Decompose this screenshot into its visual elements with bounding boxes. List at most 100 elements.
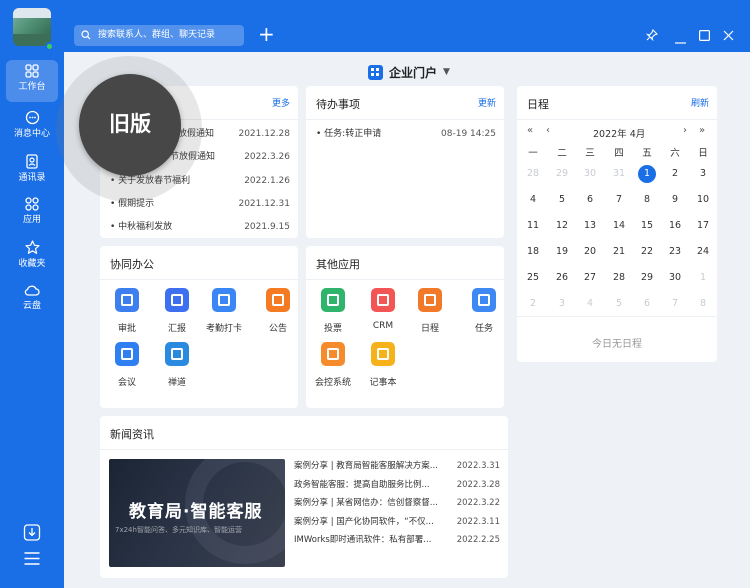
old-version-button[interactable]: 旧版 bbox=[79, 74, 181, 176]
calendar-day[interactable]: 3 bbox=[548, 294, 576, 314]
calendar-day[interactable]: 31 bbox=[605, 164, 633, 184]
sidebar-item-cloud[interactable]: 云盘 bbox=[0, 280, 64, 322]
calendar-day[interactable]: 23 bbox=[661, 242, 689, 262]
icon-glyph bbox=[218, 294, 230, 306]
divider bbox=[100, 279, 298, 280]
calendar-day[interactable]: 4 bbox=[519, 190, 547, 210]
calendar-day[interactable]: 6 bbox=[633, 294, 661, 314]
schedule-refresh-link[interactable]: 刷新 bbox=[691, 96, 709, 109]
list-item[interactable]: • 中秋福利发放 2021.9.15 bbox=[110, 220, 290, 234]
news-item-title: 案例分享 | 教育局智能客服解决方案... bbox=[294, 461, 438, 471]
minimize-icon[interactable] bbox=[675, 30, 686, 49]
sidebar-item-label: 消息中心 bbox=[13, 129, 50, 139]
calendar-day[interactable]: 29 bbox=[548, 164, 576, 184]
calendar-day[interactable]: 4 bbox=[576, 294, 604, 314]
calendar-day[interactable]: 3 bbox=[689, 164, 717, 184]
calendar-day[interactable]: 8 bbox=[689, 294, 717, 314]
calendar-day[interactable]: 30 bbox=[576, 164, 604, 184]
other-app[interactable]: 投票 bbox=[310, 288, 356, 334]
calendar-day[interactable]: 1 bbox=[689, 268, 717, 288]
calendar-day[interactable]: 25 bbox=[519, 268, 547, 288]
calendar-day[interactable]: 17 bbox=[689, 216, 717, 236]
next-month-icon[interactable]: › bbox=[683, 125, 687, 136]
news-item[interactable]: 案例分享 | 国产化协同软件，“不仅... 2022.3.11 bbox=[294, 514, 500, 529]
calendar-day[interactable]: 20 bbox=[576, 242, 604, 262]
calendar-day[interactable]: 11 bbox=[519, 216, 547, 236]
calendar-day[interactable]: 6 bbox=[576, 190, 604, 210]
collab-app[interactable]: 审批 bbox=[104, 288, 150, 334]
calendar-day[interactable]: 28 bbox=[519, 164, 547, 184]
search-input[interactable]: 搜索联系人、群组、聊天记录 bbox=[74, 25, 244, 46]
calendar-day[interactable]: 19 bbox=[548, 242, 576, 262]
calendar-day[interactable]: 21 bbox=[605, 242, 633, 262]
calendar-day[interactable]: 5 bbox=[605, 294, 633, 314]
news-banner-image[interactable]: 教育局·智能客服 7x24h智能问答、多元知识库、智能运营 bbox=[109, 459, 285, 567]
collab-app-icon bbox=[115, 288, 139, 312]
list-item[interactable]: • 任务:转正申请 08-19 14:25 bbox=[316, 127, 496, 141]
sidebar-item-workbench[interactable]: 工作台 bbox=[6, 60, 58, 102]
calendar-day[interactable]: 15 bbox=[633, 216, 661, 236]
news-item[interactable]: 政务智能客服：提高自助服务比例... 2022.3.28 bbox=[294, 477, 500, 492]
calendar-day[interactable]: 12 bbox=[548, 216, 576, 236]
calendar-day[interactable]: 2 bbox=[661, 164, 689, 184]
collab-app-icon bbox=[266, 288, 290, 312]
calendar-day[interactable]: 14 bbox=[605, 216, 633, 236]
collab-app[interactable]: 考勤打卡 bbox=[201, 288, 247, 334]
calendar-day[interactable]: 22 bbox=[633, 242, 661, 262]
sidebar-item-favorites[interactable]: 收藏夹 bbox=[0, 236, 64, 278]
calendar-day[interactable]: 7 bbox=[661, 294, 689, 314]
sidebar-item-label: 收藏夹 bbox=[18, 259, 46, 269]
calendar-day[interactable]: 16 bbox=[661, 216, 689, 236]
other-app[interactable]: 日程 bbox=[407, 288, 453, 334]
portal-selector[interactable]: 企业门户 ▼ bbox=[368, 62, 450, 82]
prev-year-icon[interactable]: « bbox=[527, 125, 533, 136]
news-item[interactable]: IMWorks即时通讯软件：私有部署... 2022.2.25 bbox=[294, 533, 500, 547]
calendar-weekday: 三 bbox=[585, 148, 595, 159]
collab-app[interactable]: 汇报 bbox=[154, 288, 200, 334]
calendar-day[interactable]: 30 bbox=[661, 268, 689, 288]
icon-glyph bbox=[327, 348, 339, 360]
search-icon bbox=[81, 30, 91, 40]
add-icon[interactable]: + bbox=[258, 23, 275, 45]
calendar-day[interactable]: 28 bbox=[605, 268, 633, 288]
notice-more-link[interactable]: 更多 bbox=[272, 96, 290, 109]
calendar-day[interactable]: 27 bbox=[576, 268, 604, 288]
collab-app-label: 公告 bbox=[268, 324, 287, 334]
calendar-day[interactable]: 24 bbox=[689, 242, 717, 262]
calendar-day[interactable]: 8 bbox=[633, 190, 661, 210]
news-item[interactable]: 案例分享 | 某省网信办：信创督察督... 2022.3.22 bbox=[294, 496, 500, 510]
other-app[interactable]: 任务 bbox=[461, 288, 507, 334]
next-year-icon[interactable]: » bbox=[699, 125, 705, 136]
collab-app[interactable]: 禅道 bbox=[154, 342, 200, 388]
calendar-day[interactable]: 9 bbox=[661, 190, 689, 210]
avatar[interactable] bbox=[13, 8, 51, 46]
news-item[interactable]: 案例分享 | 教育局智能客服解决方案... 2022.3.31 bbox=[294, 459, 500, 473]
calendar-day[interactable]: 29 bbox=[633, 268, 661, 288]
other-app[interactable]: 会控系统 bbox=[310, 342, 356, 388]
notice-title: 中秋福利发放 bbox=[118, 222, 173, 232]
calendar-day-today[interactable]: 1 bbox=[633, 164, 661, 184]
download-icon[interactable] bbox=[23, 524, 41, 545]
collab-app-icon bbox=[165, 342, 189, 366]
calendar-day[interactable]: 18 bbox=[519, 242, 547, 262]
calendar-day[interactable]: 2 bbox=[519, 294, 547, 314]
sidebar-item-apps[interactable]: 应用 bbox=[0, 193, 64, 235]
other-app[interactable]: CRM bbox=[360, 288, 406, 331]
calendar-day[interactable]: 26 bbox=[548, 268, 576, 288]
other-app[interactable]: 记事本 bbox=[360, 342, 406, 388]
close-icon[interactable] bbox=[723, 26, 734, 45]
sidebar-item-messages[interactable]: 消息中心 bbox=[0, 106, 64, 148]
collab-app[interactable]: 会议 bbox=[104, 342, 150, 388]
pin-icon[interactable] bbox=[645, 26, 658, 45]
prev-month-icon[interactable]: ‹ bbox=[546, 125, 550, 136]
calendar-day[interactable]: 10 bbox=[689, 190, 717, 210]
calendar-day[interactable]: 13 bbox=[576, 216, 604, 236]
calendar-day[interactable]: 7 bbox=[605, 190, 633, 210]
maximize-icon[interactable] bbox=[699, 26, 711, 45]
todo-refresh-link[interactable]: 更新 bbox=[478, 96, 496, 109]
menu-icon[interactable] bbox=[24, 551, 41, 570]
collab-app[interactable]: 公告 bbox=[255, 288, 301, 334]
search-placeholder: 搜索联系人、群组、聊天记录 bbox=[98, 30, 216, 40]
sidebar-item-contacts[interactable]: 通讯录 bbox=[0, 150, 64, 192]
calendar-day[interactable]: 5 bbox=[548, 190, 576, 210]
